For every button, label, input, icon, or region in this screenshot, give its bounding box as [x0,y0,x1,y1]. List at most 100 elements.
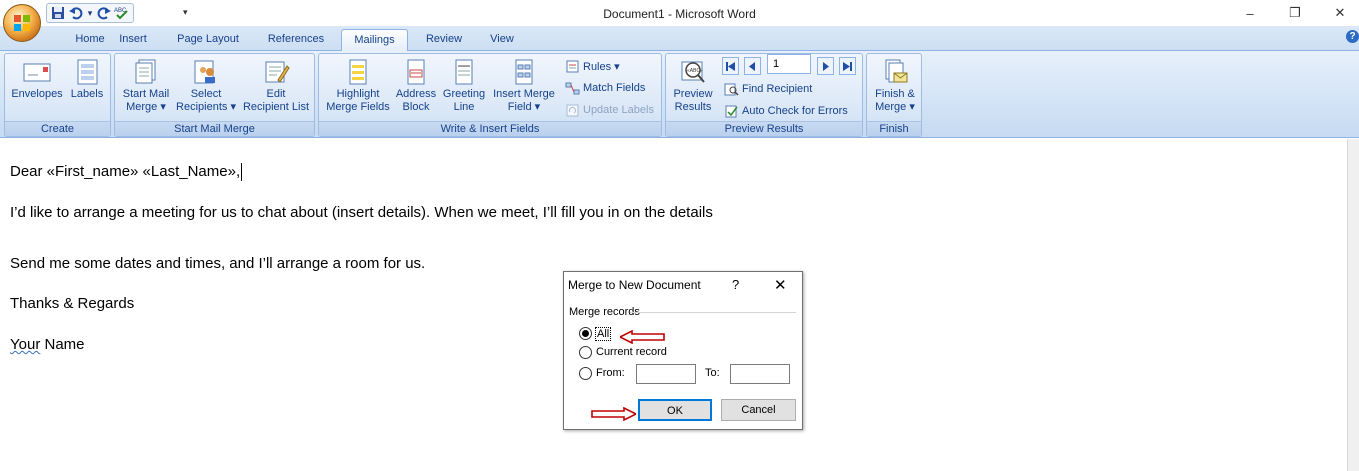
finish-label-1: Finish & [875,88,915,100]
preview-label-2: Results [674,101,712,113]
finish-merge-button[interactable]: Finish & Merge ▾ [869,58,921,114]
word-window: ▾ ABC ▾ Document1 - Microsoft Word – ❐ ✕… [0,0,1359,471]
tab-view[interactable]: View [478,29,526,51]
cancel-button[interactable]: Cancel [721,399,796,421]
start-mail-merge-label-2: Merge ▾ [126,101,166,113]
ok-button[interactable]: OK [638,399,712,421]
window-title: Document1 - Microsoft Word [603,7,756,21]
annotation-arrow-ok-icon [591,407,636,421]
office-button[interactable] [3,4,41,42]
group-write-insert-label: Write & Insert Fields [319,121,661,136]
radio-from[interactable] [579,367,592,380]
preview-label-1: Preview [673,88,713,100]
vertical-scrollbar[interactable] [1347,139,1359,471]
select-recipients-label-2: Recipients ▾ [176,101,236,113]
restore-button[interactable]: ❐ [1272,0,1318,26]
group-create: Envelopes Labels Create [4,53,111,137]
find-recipient-label: Find Recipient [742,83,813,95]
auto-check-label: Auto Check for Errors [742,105,848,117]
update-labels-button[interactable]: Update Labels [565,101,654,119]
tab-page-layout[interactable]: Page Layout [168,29,248,51]
insert-field-label-2: Field ▾ [507,101,541,113]
labels-icon [77,59,98,85]
auto-check-errors-button[interactable]: Auto Check for Errors [724,102,848,120]
close-button[interactable]: ✕ [1317,0,1359,26]
select-recipients-label-1: Select [190,88,222,100]
ribbon: Envelopes Labels Create Start Mail Merge… [0,51,1359,138]
address-block-button[interactable]: Address Block [393,58,439,114]
next-record-icon [823,61,829,71]
radio-all[interactable] [579,327,592,340]
group-write-insert-fields: Highlight Merge Fields Address Block Gre… [318,53,662,137]
dialog-title: Merge to New Document [568,278,701,292]
doc-line-closing: Thanks & Regards [10,295,135,312]
from-label[interactable]: From: [596,367,625,379]
next-record-button[interactable] [817,57,834,75]
tab-insert[interactable]: Insert [106,29,160,51]
first-record-button[interactable] [722,57,739,75]
rules-icon [566,60,579,72]
labels-button[interactable]: Labels [67,58,107,101]
envelopes-label: Envelopes [11,88,63,100]
tab-references[interactable]: References [258,29,334,51]
from-input[interactable] [636,364,696,384]
signature-name: Name [40,336,85,353]
help-icon[interactable]: ? [1346,30,1359,43]
edit-list-icon [265,61,290,83]
tab-review[interactable]: Review [416,29,472,51]
radio-current-record[interactable] [579,346,592,359]
finish-merge-icon [885,59,908,83]
dialog-help-button[interactable]: ? [732,277,739,292]
edit-recipient-list-button[interactable]: Edit Recipient List [239,58,313,114]
find-recipient-icon [724,83,739,96]
annotation-arrow-all-icon [620,330,665,344]
radio-current-label[interactable]: Current record [596,346,667,358]
to-label: To: [705,367,720,379]
doc-line-signature: Your Name [10,336,85,353]
highlight-fields-icon [349,59,367,85]
match-fields-icon [565,82,580,94]
record-number-input[interactable] [767,54,811,74]
envelopes-button[interactable]: Envelopes [9,58,65,101]
finish-label-2: Merge ▾ [875,101,915,113]
match-fields-button[interactable]: Match Fields [565,79,645,97]
last-record-button[interactable] [839,57,856,75]
auto-check-icon [725,105,738,117]
doc-line-greeting: Dear «First_name» «Last_Name», [10,163,243,182]
address-label-2: Block [402,101,430,113]
insert-merge-field-button[interactable]: Insert Merge Field ▾ [489,58,559,114]
find-recipient-button[interactable]: Find Recipient [724,80,812,98]
tab-mailings[interactable]: Mailings [341,29,408,52]
doc-line-body: I’d like to arrange a meeting for us to … [10,204,713,221]
greeting-line-icon [455,59,473,85]
start-mail-merge-label-1: Start Mail [122,88,170,100]
minimize-button[interactable]: – [1227,0,1273,26]
group-start-mail-merge-label: Start Mail Merge [115,121,314,136]
labels-label: Labels [70,88,104,100]
highlight-label-1: Highlight [336,88,380,100]
insert-field-icon [515,59,533,85]
previous-record-button[interactable] [744,57,761,75]
svg-text:«ABC»: «ABC» [687,68,703,74]
rules-button[interactable]: Rules ▾ [565,57,620,75]
preview-results-button[interactable]: «ABC» Preview Results [668,58,718,114]
highlight-merge-fields-button[interactable]: Highlight Merge Fields [321,58,395,114]
text-cursor [241,163,243,182]
update-labels-icon [566,104,579,116]
update-labels-label: Update Labels [583,104,654,116]
start-mail-merge-button[interactable]: Start Mail Merge ▾ [117,58,175,114]
select-recipients-button[interactable]: Select Recipients ▾ [173,58,239,114]
group-finish: Finish & Merge ▾ Finish [866,53,922,137]
edit-recipient-label-1: Edit [266,88,286,100]
group-create-label: Create [5,121,110,136]
greeting-line-button[interactable]: Greeting Line [439,58,489,114]
section-divider [630,312,796,313]
group-start-mail-merge: Start Mail Merge ▾ Select Recipients ▾ E… [114,53,315,137]
dialog-close-button[interactable]: ✕ [774,276,787,294]
preview-results-icon: «ABC» [681,61,705,83]
radio-all-label[interactable]: All [595,327,612,341]
previous-record-icon [749,61,755,71]
doc-line-dates: Send me some dates and times, and I’ll a… [10,255,426,272]
to-input[interactable] [730,364,790,384]
group-preview-results: «ABC» Preview Results Find Recipient Aut… [665,53,863,137]
